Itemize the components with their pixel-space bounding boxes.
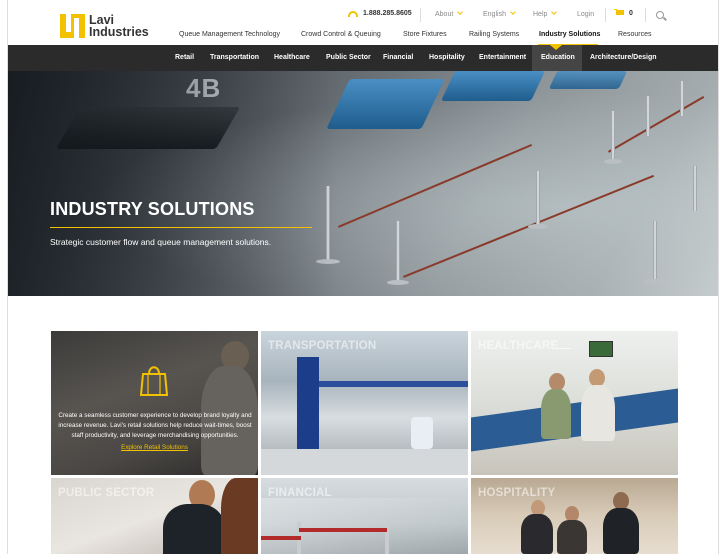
stanchion-post bbox=[611, 111, 615, 161]
subnav-entertainment[interactable]: Entertainment bbox=[479, 54, 526, 61]
search-icon[interactable] bbox=[656, 11, 664, 19]
nav-store-fixtures[interactable]: Store Fixtures bbox=[403, 31, 447, 38]
hero-shade bbox=[8, 71, 338, 296]
stanchion-post bbox=[536, 171, 540, 226]
util-help[interactable]: Help bbox=[533, 9, 558, 18]
util-about[interactable]: About bbox=[435, 9, 464, 18]
subnav-hospitality[interactable]: Hospitality bbox=[429, 54, 465, 61]
tile-underline bbox=[557, 348, 571, 349]
logo-text: Lavi Industries bbox=[89, 14, 149, 39]
tile-public-sector[interactable]: PUBLIC SECTOR bbox=[51, 478, 258, 554]
divider bbox=[420, 8, 421, 22]
tile-label-public-sector: PUBLIC SECTOR bbox=[58, 487, 155, 499]
stanchion-base bbox=[644, 279, 666, 284]
tile-healthcare[interactable]: HEALTHCARE bbox=[471, 331, 678, 475]
stanchion-post bbox=[646, 96, 650, 136]
tile-transportation[interactable]: TRANSPORTATION bbox=[261, 331, 468, 475]
cart-count: 0 bbox=[629, 10, 633, 17]
retail-description: Create a seamless customer experience to… bbox=[58, 412, 252, 439]
chevron-down-icon bbox=[510, 9, 516, 15]
rope bbox=[299, 528, 387, 532]
subnav-active-arrow-icon bbox=[550, 45, 562, 50]
nav-railing-systems[interactable]: Railing Systems bbox=[469, 31, 519, 38]
stanchion-post bbox=[653, 221, 657, 281]
nav-crowd-control[interactable]: Crowd Control & Queuing bbox=[301, 31, 381, 38]
logo-mark-icon bbox=[60, 14, 85, 38]
explore-retail-link[interactable]: Explore Retail Solutions bbox=[51, 444, 258, 451]
stanchion-base bbox=[528, 224, 548, 229]
chevron-down-icon bbox=[551, 9, 558, 15]
hero-kiosk-shape bbox=[441, 71, 545, 101]
tile-label-hospitality: HOSPITALITY bbox=[478, 487, 556, 499]
subnav-retail[interactable]: Retail bbox=[175, 54, 194, 61]
stanchion-post bbox=[680, 81, 684, 116]
site-header: Lavi Industries 1.888.285.8605 About Eng… bbox=[8, 0, 718, 46]
cart-button[interactable]: 0 bbox=[614, 9, 633, 18]
shopping-bag-icon bbox=[139, 366, 169, 396]
subnav-healthcare[interactable]: Healthcare bbox=[274, 54, 310, 61]
divider bbox=[605, 8, 606, 22]
hero-banner: 4B INDUSTRY SOLUTIONS Strategic customer… bbox=[8, 71, 718, 296]
hero-divider bbox=[50, 227, 312, 228]
page-frame: Lavi Industries 1.888.285.8605 About Eng… bbox=[7, 0, 719, 554]
tile-hospitality[interactable]: HOSPITALITY bbox=[471, 478, 678, 554]
industry-subnav: Retail Transportation Healthcare Public … bbox=[8, 45, 718, 71]
nav-resources[interactable]: Resources bbox=[618, 31, 651, 38]
hero-kiosk-shape bbox=[548, 71, 628, 89]
tile-label-transportation: TRANSPORTATION bbox=[268, 340, 377, 352]
stanchion-post bbox=[693, 166, 697, 211]
subnav-transportation[interactable]: Transportation bbox=[210, 54, 259, 61]
logo-line2: Industries bbox=[89, 25, 149, 39]
retail-overlay bbox=[51, 331, 258, 475]
nav-queue-management[interactable]: Queue Management Technology bbox=[179, 31, 280, 38]
subnav-education[interactable]: Education bbox=[541, 54, 575, 61]
tile-label-financial: FINANCIAL bbox=[268, 487, 332, 499]
stanchion-post bbox=[396, 221, 400, 283]
tv-screen-shape bbox=[589, 341, 613, 357]
nav-industry-solutions[interactable]: Industry Solutions bbox=[539, 31, 600, 38]
divider bbox=[645, 8, 646, 22]
chevron-down-icon bbox=[457, 9, 464, 15]
subnav-public-sector[interactable]: Public Sector bbox=[326, 54, 371, 61]
phone-number: 1.888.285.8605 bbox=[363, 10, 412, 17]
subnav-financial[interactable]: Financial bbox=[383, 54, 413, 61]
util-login[interactable]: Login bbox=[577, 11, 594, 18]
logo[interactable]: Lavi Industries bbox=[60, 14, 149, 38]
phone-link[interactable]: 1.888.285.8605 bbox=[348, 10, 412, 17]
hero-title: INDUSTRY SOLUTIONS bbox=[50, 199, 255, 219]
cart-icon bbox=[614, 9, 625, 18]
chairs-shape bbox=[471, 388, 678, 452]
hero-subtitle: Strategic customer flow and queue manage… bbox=[50, 237, 272, 247]
tile-label-healthcare: HEALTHCARE bbox=[478, 340, 559, 352]
tile-financial[interactable]: FINANCIAL bbox=[261, 478, 468, 554]
stanchion-base bbox=[387, 280, 409, 285]
subnav-architecture-design[interactable]: Architecture/Design bbox=[590, 54, 657, 61]
stanchion-base bbox=[604, 159, 622, 164]
phone-icon bbox=[348, 10, 358, 17]
tile-retail[interactable]: Create a seamless customer experience to… bbox=[51, 331, 258, 475]
util-language[interactable]: English bbox=[483, 9, 516, 18]
